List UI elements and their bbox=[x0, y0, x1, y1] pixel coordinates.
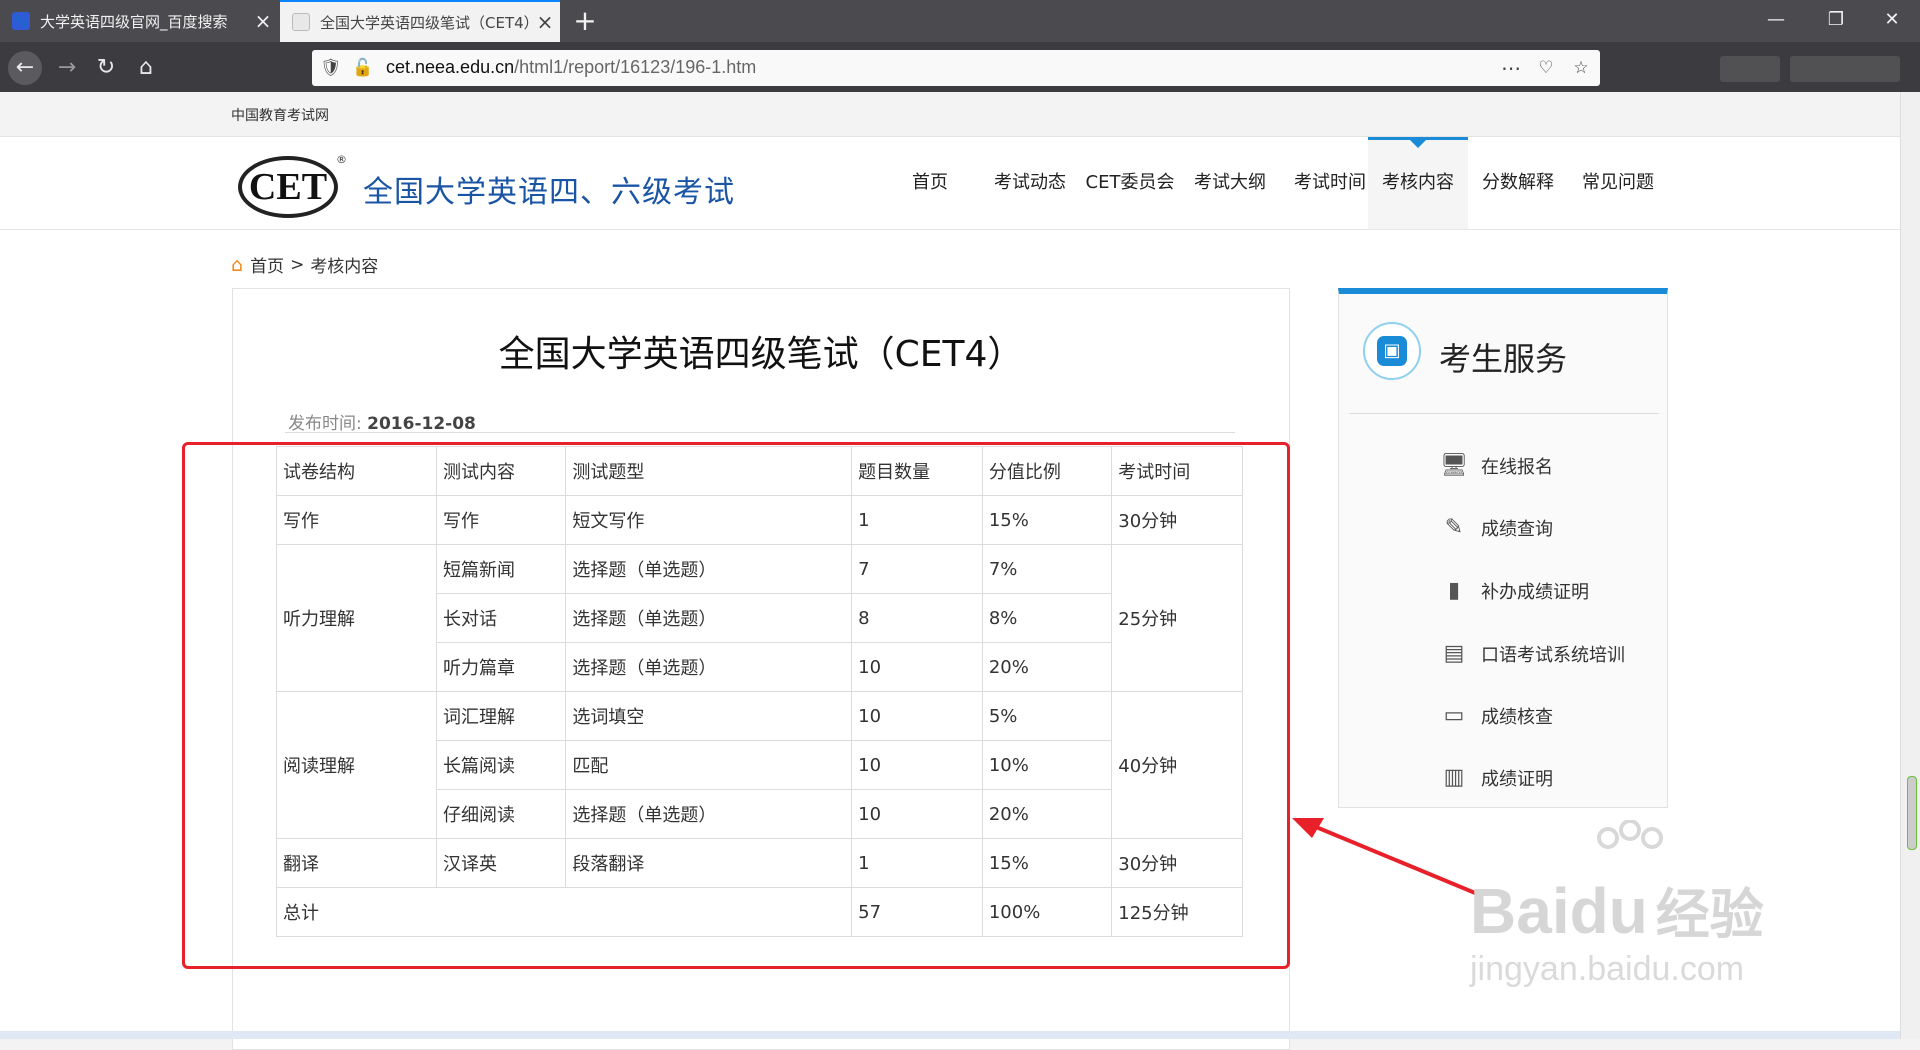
presentation-icon: ▤ bbox=[1443, 641, 1465, 666]
nav-committee[interactable]: CET委员会 bbox=[1080, 137, 1180, 229]
forward-button[interactable]: → bbox=[50, 51, 84, 85]
tab-close-icon[interactable]: × bbox=[530, 10, 560, 34]
site-header: CET ® 全国大学英语四、六级考试 首页 考试动态 CET委员会 考试大纲 考… bbox=[0, 137, 1900, 230]
tab-title: 大学英语四级官网_百度搜索 bbox=[40, 12, 228, 31]
insecure-lock-icon[interactable]: 🔓 bbox=[352, 57, 374, 79]
reload-button[interactable]: ↻ bbox=[89, 51, 123, 85]
notebook-icon: ▮ bbox=[1447, 578, 1461, 603]
sidebar-item-label: 补办成绩证明 bbox=[1481, 582, 1589, 603]
url-bar[interactable]: 🛡 🔓 cet.neea.edu.cn/html1/report/16123/1… bbox=[312, 50, 1600, 86]
sidebar-item-label: 成绩核查 bbox=[1481, 707, 1553, 728]
page-favicon-icon bbox=[292, 13, 310, 31]
nav-syllabus[interactable]: 考试大纲 bbox=[1180, 137, 1280, 229]
edit-icon: ✎ bbox=[1444, 515, 1464, 540]
page-scrollbar[interactable] bbox=[1900, 92, 1920, 1039]
candidate-services-panel: ▣ 考生服务 🖥 在线报名 ✎ 成绩查询 ▮ 补办成绩证明 ▤ 口语考试系统培训… bbox=[1338, 288, 1668, 808]
scrollbar-thumb[interactable] bbox=[1907, 776, 1917, 850]
book-icon: ▭ bbox=[1443, 703, 1465, 728]
browser-tab-baidu[interactable]: 🐾 大学英语四级官网_百度搜索 × bbox=[0, 0, 278, 42]
shield-icon[interactable]: 🛡 bbox=[320, 57, 342, 79]
sidebar-item-label: 口语考试系统培训 bbox=[1481, 645, 1625, 666]
cet-logo[interactable]: CET bbox=[238, 156, 338, 218]
divider bbox=[285, 432, 1235, 433]
sidebar-item-online-registration[interactable]: 🖥 在线报名 bbox=[1439, 449, 1553, 483]
divider bbox=[1349, 413, 1659, 414]
baidu-favicon-icon: 🐾 bbox=[12, 12, 30, 30]
sidebar-item-score-certificate[interactable]: ▥ 成绩证明 bbox=[1439, 761, 1553, 795]
sidebar-item-label: 成绩证明 bbox=[1481, 769, 1553, 790]
tab-close-icon[interactable]: × bbox=[248, 9, 278, 33]
watermark-brand-2: du bbox=[1569, 875, 1648, 947]
watermark-text: 经验 bbox=[1655, 885, 1764, 945]
sidebar-item-score-query[interactable]: ✎ 成绩查询 bbox=[1439, 511, 1553, 545]
back-button[interactable]: ← bbox=[8, 51, 42, 85]
nav-content-label: 考核内容 bbox=[1382, 172, 1454, 193]
extension-icon[interactable] bbox=[1790, 56, 1900, 82]
nav-scores[interactable]: 分数解释 bbox=[1468, 137, 1568, 229]
publish-date: 发布时间: 2016-12-08 bbox=[288, 409, 476, 434]
extension-icon[interactable] bbox=[1720, 56, 1780, 82]
annotation-highlight-box bbox=[182, 442, 1290, 969]
services-badge-icon: ▣ bbox=[1363, 322, 1421, 380]
close-window-button[interactable]: ✕ bbox=[1862, 0, 1920, 42]
minimize-button[interactable]: — bbox=[1746, 0, 1806, 42]
sidebar-item-certificate-reissue[interactable]: ▮ 补办成绩证明 bbox=[1439, 574, 1589, 608]
watermark-url: jingyan.baidu.com bbox=[1470, 950, 1745, 988]
active-caret-icon bbox=[1410, 140, 1426, 148]
more-actions-icon[interactable]: ⋯ bbox=[1500, 57, 1522, 79]
home-icon: ⌂ bbox=[231, 253, 244, 276]
sidebar-item-oral-training[interactable]: ▤ 口语考试系统培训 bbox=[1439, 637, 1625, 671]
browser-tab-bar: 🐾 大学英语四级官网_百度搜索 × 全国大学英语四级笔试（CET4） × + —… bbox=[0, 0, 1920, 42]
browser-nav-bar: ← → ↻ ⌂ 🛡 🔓 cet.neea.edu.cn/html1/report… bbox=[0, 42, 1920, 92]
article-title: 全国大学英语四级笔试（CET4） bbox=[498, 334, 1024, 375]
site-title[interactable]: 全国大学英语四、六级考试 bbox=[363, 167, 735, 211]
sidebar-item-score-review[interactable]: ▭ 成绩核查 bbox=[1439, 699, 1553, 733]
publish-date-value: 2016-12-08 bbox=[367, 414, 476, 434]
home-button[interactable]: ⌂ bbox=[129, 51, 163, 85]
top-strip: 中国教育考试网 bbox=[0, 92, 1900, 137]
breadcrumb-current: 考核内容 bbox=[310, 257, 379, 277]
certificate-icon: ▥ bbox=[1443, 765, 1465, 790]
registered-mark: ® bbox=[336, 153, 347, 166]
bookmark-star-icon[interactable]: ☆ bbox=[1570, 57, 1592, 79]
publish-date-label: 发布时间: bbox=[288, 414, 362, 434]
url-text[interactable]: cet.neea.edu.cn/html1/report/16123/196-1… bbox=[386, 57, 756, 78]
monitor-icon: 🖥 bbox=[1440, 453, 1468, 478]
nav-home[interactable]: 首页 bbox=[880, 137, 980, 229]
pocket-icon[interactable]: ♡ bbox=[1535, 57, 1557, 79]
breadcrumb: ⌂ 首页 > 考核内容 bbox=[231, 252, 379, 278]
nav-content[interactable]: 考核内容 bbox=[1368, 137, 1468, 229]
breadcrumb-separator: > bbox=[290, 254, 305, 275]
sidebar-item-label: 在线报名 bbox=[1481, 457, 1553, 478]
new-tab-button[interactable]: + bbox=[568, 4, 602, 38]
breadcrumb-home[interactable]: 首页 bbox=[250, 252, 284, 277]
watermark-brand: Bai bbox=[1470, 875, 1570, 947]
maximize-button[interactable]: ❐ bbox=[1806, 0, 1866, 42]
tab-title: 全国大学英语四级笔试（CET4） bbox=[320, 13, 530, 32]
top-strip-link[interactable]: 中国教育考试网 bbox=[231, 105, 329, 125]
nav-schedule[interactable]: 考试时间 bbox=[1280, 137, 1380, 229]
annotation-arrow-icon bbox=[1292, 818, 1481, 897]
nav-faq[interactable]: 常见问题 bbox=[1568, 137, 1668, 229]
sidebar-title: 考生服务 bbox=[1439, 340, 1568, 378]
sidebar-item-label: 成绩查询 bbox=[1481, 519, 1553, 540]
browser-tab-cet4[interactable]: 全国大学英语四级笔试（CET4） × bbox=[280, 0, 560, 42]
nav-news[interactable]: 考试动态 bbox=[980, 137, 1080, 229]
status-bar bbox=[0, 1031, 1900, 1039]
